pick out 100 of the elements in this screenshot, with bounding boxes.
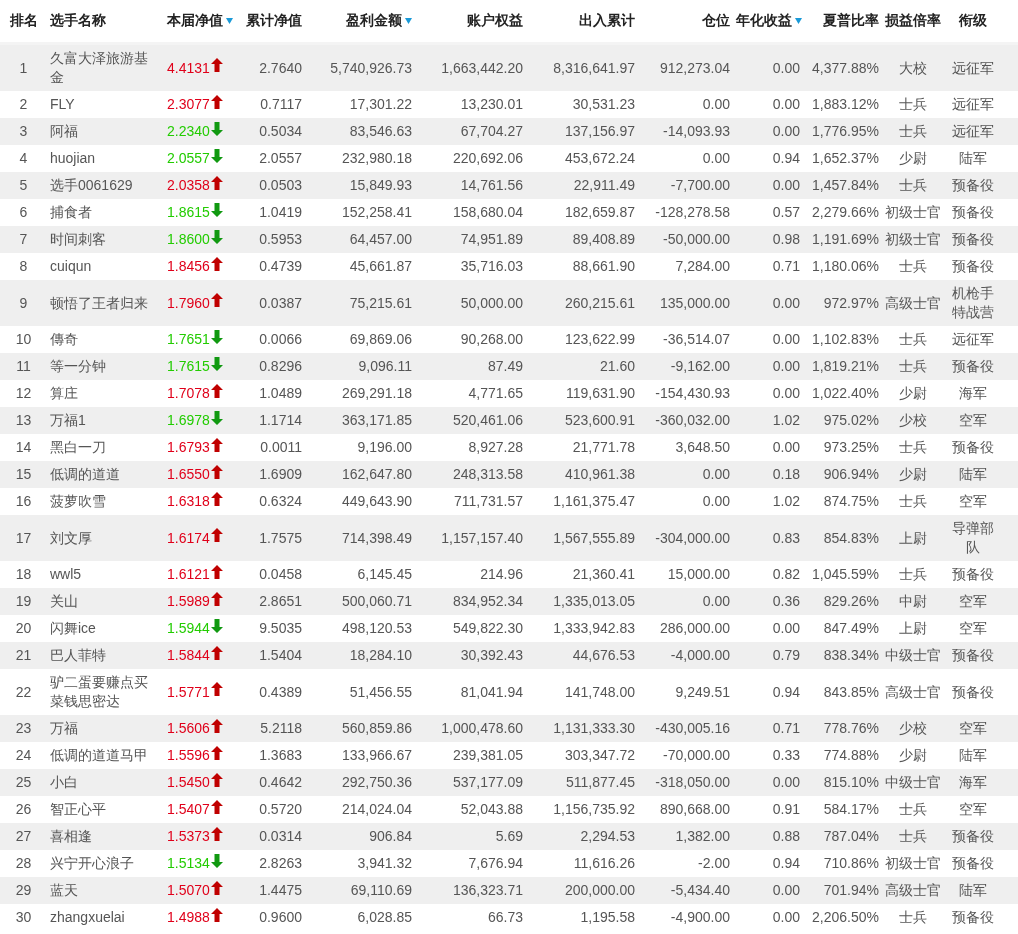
table-cell: 初级士官 <box>882 850 944 877</box>
table-cell: 0.00 <box>638 588 733 615</box>
table-cell: 1,663,442.20 <box>415 43 526 91</box>
table-cell: 12 <box>0 380 45 407</box>
table-cell: 17 <box>0 515 45 561</box>
table-cell: 1,180.06% <box>803 253 882 280</box>
table-cell: 士兵 <box>882 904 944 931</box>
table-cell: 9.5035 <box>235 615 305 642</box>
table-cell: 4 <box>0 145 45 172</box>
table-cell: 912,273.04 <box>638 43 733 91</box>
table-cell: 90,268.00 <box>415 326 526 353</box>
table-cell: 8,316,641.97 <box>526 43 638 91</box>
table-cell: 捕食者 <box>45 199 153 226</box>
table-cell: 136,323.71 <box>415 877 526 904</box>
table-cell: 士兵 <box>882 561 944 588</box>
table-cell: 2.7640 <box>235 43 305 91</box>
table-cell: 1 <box>0 43 45 91</box>
table-cell: 0.00 <box>638 145 733 172</box>
table-cell: 0.98 <box>733 226 803 253</box>
table-cell: 预备役 <box>944 172 1002 199</box>
table-cell: 1.8600 <box>167 230 210 249</box>
table-cell: 小白 <box>45 769 153 796</box>
table-cell: 1,045.59% <box>803 561 882 588</box>
table-cell: 1.5596 <box>167 746 210 765</box>
table-cell: 0.9600 <box>235 904 305 931</box>
table-cell: zhangxuelai <box>45 904 153 931</box>
table-cell: 874.75% <box>803 488 882 515</box>
table-cell: 2.8263 <box>235 850 305 877</box>
table-cell: 0.00 <box>733 380 803 407</box>
table-cell: 141,748.00 <box>526 669 638 715</box>
table-cell: 972.97% <box>803 280 882 326</box>
table-cell: 248,313.58 <box>415 461 526 488</box>
table-cell: 0.71 <box>733 715 803 742</box>
table-cell: -128,278.58 <box>638 199 733 226</box>
table-cell: 30,531.23 <box>526 91 638 118</box>
table-cell: 7,284.00 <box>638 253 733 280</box>
table-cell: 0.00 <box>733 118 803 145</box>
table-cell: 834,952.34 <box>415 588 526 615</box>
table-cell: 士兵 <box>882 118 944 145</box>
table-cell: 15,000.00 <box>638 561 733 588</box>
table-cell: 顿悟了王者归来 <box>45 280 153 326</box>
table-cell: 0.6324 <box>235 488 305 515</box>
table-cell: 22 <box>0 669 45 715</box>
table-cell: 关山 <box>45 588 153 615</box>
table-cell: 0.0011 <box>235 434 305 461</box>
table-cell: 232,980.18 <box>305 145 415 172</box>
table-cell: 士兵 <box>882 434 944 461</box>
table-cell: 21.60 <box>526 353 638 380</box>
table-cell: 中级士官 <box>882 769 944 796</box>
table-cell: -2.00 <box>638 850 733 877</box>
table-cell: 453,672.24 <box>526 145 638 172</box>
table-cell: 2,206.50% <box>803 904 882 931</box>
table-cell: 5 <box>0 172 45 199</box>
table-cell: 89,408.89 <box>526 226 638 253</box>
table-cell: 3,648.50 <box>638 434 733 461</box>
table-cell: 10 <box>0 326 45 353</box>
table-cell: 1.7651 <box>167 330 210 349</box>
table-cell: 2 <box>0 91 45 118</box>
table-cell: 1.5844 <box>167 646 210 665</box>
table-cell: 0.00 <box>733 91 803 118</box>
table-cell: 1.5944 <box>167 619 210 638</box>
table-cell: 空军 <box>944 588 1002 615</box>
table-cell: 0.82 <box>733 561 803 588</box>
table-cell: 刘文厚 <box>45 515 153 561</box>
table-cell: 137,156.97 <box>526 118 638 145</box>
table-cell: 高级士官 <box>882 280 944 326</box>
table-cell: 1,335,013.05 <box>526 588 638 615</box>
table-cell: 13,230.01 <box>415 91 526 118</box>
table-cell: 854.83% <box>803 515 882 561</box>
table-cell: 498,120.53 <box>305 615 415 642</box>
table-cell: 预备役 <box>944 199 1002 226</box>
table-cell: 预备役 <box>944 850 1002 877</box>
table-cell: 5,740,926.73 <box>305 43 415 91</box>
table-cell: 1.6174 <box>167 528 210 548</box>
table-cell: 1.0489 <box>235 380 305 407</box>
table-cell: 9,096.11 <box>305 353 415 380</box>
table-cell: 523,600.91 <box>526 407 638 434</box>
table-cell: 88,661.90 <box>526 253 638 280</box>
table-cell: 低调的道道马甲 <box>45 742 153 769</box>
table-cell: 87.49 <box>415 353 526 380</box>
table-cell: 182,659.87 <box>526 199 638 226</box>
table-cell: 1,567,555.89 <box>526 515 638 561</box>
table-cell: 1.6318 <box>167 492 210 511</box>
table-cell: 0.00 <box>733 326 803 353</box>
table-cell: 29 <box>0 877 45 904</box>
table-cell: 1.5404 <box>235 642 305 669</box>
table-cell: 8 <box>0 253 45 280</box>
table-cell: 1.02 <box>733 407 803 434</box>
table-cell: 701.94% <box>803 877 882 904</box>
table-cell: 万福1 <box>45 407 153 434</box>
table-cell: huojian <box>45 145 153 172</box>
table-cell: 1.5771 <box>167 682 210 702</box>
table-cell: -430,005.16 <box>638 715 733 742</box>
table-cell: 2,294.53 <box>526 823 638 850</box>
table-cell: 0.8296 <box>235 353 305 380</box>
table-cell: 预备役 <box>944 642 1002 669</box>
table-cell: 上尉 <box>882 615 944 642</box>
table-cell: 中尉 <box>882 588 944 615</box>
table-cell: 838.34% <box>803 642 882 669</box>
table-cell: 1,156,735.92 <box>526 796 638 823</box>
